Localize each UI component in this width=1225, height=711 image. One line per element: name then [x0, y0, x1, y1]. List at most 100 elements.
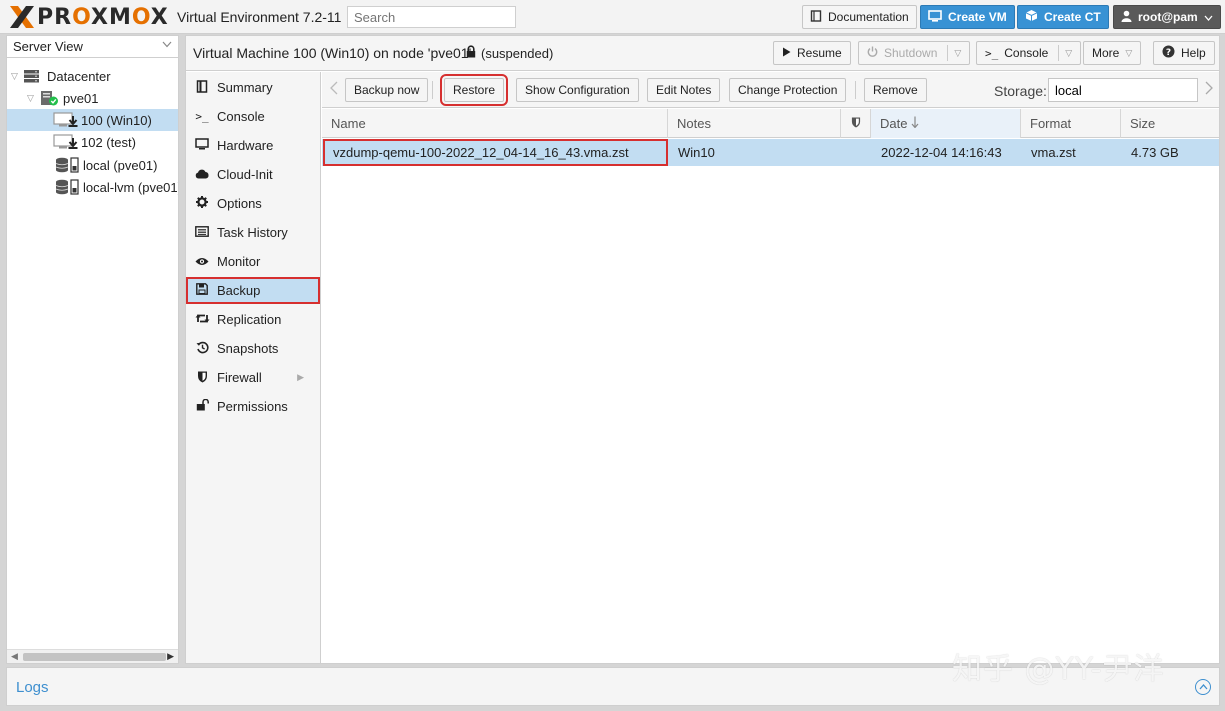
datacenter-icon	[23, 69, 41, 83]
search-input[interactable]	[347, 6, 516, 28]
resource-tree-panel: Server View ▽ Datacenter ▽ pve01 100 (Wi…	[6, 35, 179, 664]
more-button[interactable]: More ▽	[1083, 41, 1142, 65]
nav-item-permissions[interactable]: Permissions	[186, 393, 320, 420]
vm-suspended-icon	[53, 112, 79, 128]
chevron-down-icon	[1204, 10, 1213, 24]
chevron-up-icon[interactable]	[1195, 679, 1211, 695]
nav-item-task-history[interactable]: Task History	[186, 219, 320, 246]
backup-grid-header: Name Notes Date Format Size	[322, 109, 1219, 138]
tree-item-vm-102[interactable]: 102 (test)	[7, 131, 178, 153]
terminal-icon: >_	[195, 110, 209, 123]
column-header-notes[interactable]: Notes	[668, 109, 841, 138]
sort-descending-icon	[911, 116, 919, 131]
cell-date[interactable]: 2022-12-04 14:16:43	[871, 139, 1021, 166]
storage-select[interactable]	[1048, 78, 1198, 102]
shield-icon	[195, 370, 209, 386]
storage-icon	[55, 179, 81, 195]
nav-item-summary[interactable]: Summary	[186, 74, 320, 101]
proxmox-logo[interactable]: PROXMOX	[8, 4, 169, 30]
list-icon	[195, 225, 209, 240]
vm-header: Virtual Machine 100 (Win10) on node 'pve…	[186, 36, 1219, 71]
nav-item-replication[interactable]: Replication	[186, 306, 320, 333]
show-configuration-button[interactable]: Show Configuration	[516, 78, 639, 102]
nav-item-options[interactable]: Options	[186, 190, 320, 217]
nav-item-cloud-init[interactable]: Cloud-Init	[186, 161, 320, 188]
logs-title[interactable]: Logs	[16, 679, 49, 696]
retweet-icon	[195, 313, 210, 327]
column-header-protected[interactable]	[841, 109, 871, 138]
nav-item-backup[interactable]: Backup	[186, 277, 320, 304]
create-ct-button[interactable]: Create CT	[1017, 5, 1109, 29]
column-header-date[interactable]: Date	[871, 109, 1021, 138]
expand-arrow-icon[interactable]: ▶	[297, 372, 304, 383]
nav-item-firewall[interactable]: Firewall ▶	[186, 364, 320, 391]
backup-content: Backup now Restore Show Configuration Ed…	[322, 72, 1219, 663]
documentation-button[interactable]: Documentation	[802, 5, 917, 29]
vm-status: (suspended)	[466, 45, 553, 61]
nav-item-console[interactable]: >_ Console	[186, 103, 320, 130]
scroll-right-icon[interactable]: ▶	[167, 651, 174, 662]
tree-horizontal-scrollbar[interactable]: ◀ ▶	[7, 649, 178, 663]
product-version: Virtual Environment 7.2-11	[177, 9, 342, 25]
tree-item-local-storage[interactable]: local (pve01)	[7, 154, 178, 176]
nav-item-monitor[interactable]: Monitor	[186, 248, 320, 275]
column-header-name[interactable]: Name	[322, 109, 668, 138]
change-protection-button[interactable]: Change Protection	[729, 78, 847, 102]
tree-item-pve01[interactable]: ▽ pve01	[7, 87, 178, 109]
play-icon	[782, 46, 791, 60]
backup-toolbar: Backup now Restore Show Configuration Ed…	[322, 72, 1219, 108]
vm-side-nav: Summary >_ Console Hardware Cloud-Init O…	[186, 72, 321, 663]
power-icon	[867, 46, 878, 60]
tree-item-local-lvm-storage[interactable]: local-lvm (pve01)	[7, 176, 178, 198]
cell-format[interactable]: vma.zst	[1021, 139, 1121, 166]
cell-notes[interactable]: Win10	[668, 139, 841, 166]
server-view-select[interactable]: Server View	[7, 36, 178, 58]
toolbar-divider	[855, 81, 856, 99]
unlock-icon	[195, 398, 209, 414]
summary-icon	[195, 79, 209, 96]
column-header-size[interactable]: Size	[1121, 109, 1219, 138]
chevron-down-icon: ▽	[1125, 47, 1133, 58]
vm-main-panel: Virtual Machine 100 (Win10) on node 'pve…	[185, 35, 1220, 664]
top-header: PROXMOX Virtual Environment 7.2-11 Docum…	[0, 0, 1225, 34]
cloud-icon	[195, 168, 209, 182]
cell-size[interactable]: 4.73 GB	[1121, 139, 1219, 166]
help-button[interactable]: ? Help	[1153, 41, 1215, 65]
chevron-down-icon	[162, 39, 172, 51]
scroll-left-icon[interactable]: ◀	[11, 651, 18, 662]
remove-button[interactable]: Remove	[864, 78, 927, 102]
console-button[interactable]: >_ Console ▽	[976, 41, 1082, 65]
vm-title: Virtual Machine 100 (Win10) on node 'pve…	[193, 45, 472, 61]
gear-icon	[195, 196, 209, 211]
user-menu-button[interactable]: root@pam	[1113, 5, 1221, 29]
nav-item-hardware[interactable]: Hardware	[186, 132, 320, 159]
table-row[interactable]: vzdump-qemu-100-2022_12_04-14_16_43.vma.…	[322, 139, 1219, 166]
history-icon	[195, 341, 209, 357]
lock-icon	[466, 45, 476, 61]
scrollbar-thumb[interactable]	[23, 653, 166, 661]
chevron-left-icon[interactable]	[330, 81, 338, 98]
question-circle-icon: ?	[1162, 45, 1175, 61]
tree-item-datacenter[interactable]: ▽ Datacenter	[7, 65, 178, 87]
cell-backup-name[interactable]: vzdump-qemu-100-2022_12_04-14_16_43.vma.…	[323, 139, 668, 166]
create-vm-button[interactable]: Create VM	[920, 5, 1015, 29]
chevron-right-icon[interactable]	[1205, 81, 1213, 98]
eye-icon	[195, 255, 209, 269]
expand-caret-icon[interactable]: ▽	[11, 71, 21, 82]
desktop-icon	[928, 9, 942, 25]
backup-now-button[interactable]: Backup now	[345, 78, 429, 102]
restore-button[interactable]: Restore	[439, 74, 509, 106]
edit-notes-button[interactable]: Edit Notes	[647, 78, 721, 102]
shutdown-button[interactable]: Shutdown ▽	[858, 41, 971, 65]
chevron-down-icon[interactable]: ▽	[947, 45, 961, 61]
column-header-format[interactable]: Format	[1021, 109, 1121, 138]
nav-item-snapshots[interactable]: Snapshots	[186, 335, 320, 362]
tree-item-vm-100[interactable]: 100 (Win10)	[7, 109, 178, 131]
vm-suspended-icon	[53, 134, 79, 150]
expand-caret-icon[interactable]: ▽	[27, 93, 37, 104]
resume-button[interactable]: Resume	[773, 41, 851, 65]
cube-icon	[1025, 9, 1038, 25]
desktop-icon	[195, 138, 209, 153]
chevron-down-icon[interactable]: ▽	[1058, 45, 1072, 61]
watermark-text: 知乎 @YY-尹洋	[952, 652, 1165, 687]
